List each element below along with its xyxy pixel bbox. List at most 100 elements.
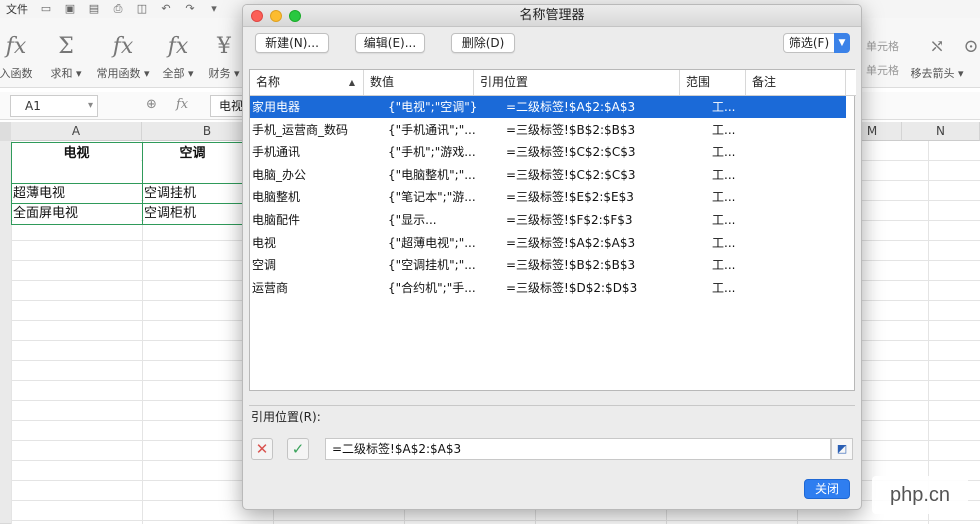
preview-icon[interactable]: ◫	[135, 3, 149, 15]
cell-value: {"合约机";"手...	[388, 280, 476, 295]
cell-scope: 工...	[712, 167, 736, 182]
column-ref[interactable]: 引用位置	[474, 70, 680, 95]
table-row[interactable]: 手机通讯 {"手机";"游戏... =三级标签!$C$2:$C$3 工...	[250, 141, 846, 163]
cell-scope: 工...	[712, 235, 736, 250]
range-divider	[11, 183, 243, 184]
autosum-button[interactable]: Σ 求和 ▾	[38, 32, 94, 81]
cell-ref: =三级标签!$D$2:$D$3	[506, 280, 638, 295]
column-header-a[interactable]: A	[11, 122, 142, 141]
reference-label: 引用位置(R):	[251, 410, 321, 424]
delete-button[interactable]: 删除(D)	[451, 33, 515, 53]
cell-value: {"电脑整机";"...	[388, 167, 476, 182]
table-row[interactable]: 空调 {"空调挂机";"... =三级标签!$B$2:$B$3 工...	[250, 254, 846, 276]
table-row[interactable]: 家用电器 {"电视";"空调"} =二级标签!$A$2:$A$3 工...	[250, 96, 846, 118]
cell-name: 电视	[252, 235, 277, 250]
cell-scope: 工...	[712, 258, 736, 273]
folder-icon[interactable]: ▭	[39, 3, 53, 15]
menu-file[interactable]: 文件	[0, 1, 34, 17]
more-icon[interactable]: ▾	[207, 3, 221, 15]
edit-button[interactable]: 编辑(E)...	[355, 33, 425, 53]
close-window-icon[interactable]	[251, 10, 263, 22]
more-ribbon-icon[interactable]: ⊙	[956, 32, 980, 62]
name-box[interactable]: A1 ▾	[10, 95, 98, 117]
sigma-icon: Σ	[58, 34, 74, 59]
close-button[interactable]: 关闭	[804, 479, 850, 499]
cell-value: {"显示...	[388, 213, 437, 227]
cell-name: 电脑配件	[252, 213, 301, 227]
table-row[interactable]: 电脑_办公 {"电脑整机";"... =三级标签!$C$2:$C$3 工...	[250, 164, 846, 186]
filter-control[interactable]: 筛选(F) ▼	[783, 33, 850, 53]
cell-name: 电脑整机	[252, 190, 301, 205]
cell-name: 运营商	[252, 280, 289, 295]
maximize-window-icon[interactable]	[289, 10, 301, 22]
pdf-icon[interactable]: ▤	[87, 3, 101, 15]
cell-scope: 工...	[712, 280, 736, 295]
table-row[interactable]: 手机_运营商_数码 {"手机通讯";"... =三级标签!$B$2:$B$3 工...	[250, 119, 846, 141]
trace-cell-button-bottom[interactable]: 单元格	[866, 62, 899, 78]
print-icon[interactable]: ⎙	[111, 3, 125, 15]
remove-arrows-label: 移去箭头 ▾	[910, 67, 964, 80]
row-headers[interactable]	[0, 141, 11, 524]
redo-icon[interactable]: ↷	[183, 3, 197, 15]
column-scope[interactable]: 范围	[680, 70, 746, 95]
new-button[interactable]: 新建(N)...	[255, 33, 329, 53]
column-note[interactable]: 备注	[746, 70, 846, 95]
table-row[interactable]: 运营商 {"合约机";"手... =三级标签!$D$2:$D$3 工...	[250, 277, 846, 299]
cell-ref: =三级标签!$C$2:$C$3	[506, 167, 636, 182]
cell-value: {"空调挂机";"...	[388, 258, 476, 273]
trace-cell-button-top[interactable]: 单元格	[866, 38, 899, 54]
cell-name: 手机_运营商_数码	[252, 122, 349, 137]
column-header-n[interactable]: N	[902, 122, 980, 141]
cell-name: 电脑_办公	[252, 167, 307, 182]
spreadsheet-app: 文件 ▭ ▣ ▤ ⎙ ◫ ↶ ↷ ▾ fx 入函数 Σ 求和 ▾ fx 常用函数…	[0, 0, 980, 524]
cell-value: {"手机";"游戏...	[388, 145, 476, 160]
cell-ref: =三级标签!$B$2:$B$3	[506, 258, 636, 273]
save-icon[interactable]: ▣	[63, 3, 77, 15]
cell-scope: 工...	[712, 145, 736, 160]
table-row[interactable]: 电视 {"超薄电视";"... =三级标签!$A$2:$A$3 工...	[250, 232, 846, 254]
name-box-value: A1	[25, 99, 41, 113]
zoom-icon[interactable]: ⊕	[146, 97, 157, 112]
column-value[interactable]: 数值	[364, 70, 474, 95]
column-name[interactable]: 名称 ▲	[250, 70, 364, 95]
chevron-down-icon[interactable]: ▾	[88, 96, 93, 116]
sort-ascending-icon[interactable]: ▲	[349, 70, 355, 95]
dialog-titlebar[interactable]: 名称管理器	[243, 5, 861, 27]
chevron-down-icon[interactable]: ▼	[834, 33, 850, 53]
cell-scope: 工...	[712, 190, 736, 205]
reference-panel: 引用位置(R): ✕ ✓ =二级标签!$A$2:$A$3 ◩	[249, 405, 855, 465]
reference-input[interactable]: =二级标签!$A$2:$A$3	[325, 438, 831, 460]
cell-ref: =三级标签!$E$2:$E$3	[506, 190, 634, 205]
minimize-window-icon[interactable]	[270, 10, 282, 22]
common-functions-button[interactable]: fx 常用函数 ▾	[92, 32, 154, 81]
undo-icon[interactable]: ↶	[159, 3, 173, 15]
cell-ref: =二级标签!$A$2:$A$3	[506, 100, 636, 114]
cancel-icon[interactable]: ✕	[251, 438, 273, 460]
cell-scope: 工...	[712, 100, 736, 114]
collapse-dialog-icon[interactable]: ◩	[831, 438, 853, 460]
brand-watermark: php.cn	[872, 476, 968, 514]
cell-ref: =三级标签!$C$2:$C$3	[506, 145, 636, 160]
cell-value: {"电视";"空调"}	[388, 100, 478, 114]
fx-star-icon: fx	[112, 34, 134, 59]
scrollbar[interactable]	[845, 96, 852, 388]
table-header: 名称 ▲ 数值 引用位置 范围 备注	[250, 70, 856, 96]
cell-value: {"笔记本";"游...	[388, 190, 476, 205]
names-table: 名称 ▲ 数值 引用位置 范围 备注 家用电器 {"电视";"空调"} =二级标签!…	[249, 69, 856, 391]
table-row[interactable]: 电脑配件 {"显示... =三级标签!$F$2:$F$3 工...	[250, 209, 846, 231]
cell-name: 空调	[252, 258, 277, 273]
range-divider	[11, 203, 243, 204]
cell-scope: 工...	[712, 122, 736, 137]
filter-button[interactable]: 筛选(F)	[783, 33, 835, 53]
select-all-corner[interactable]	[0, 122, 11, 141]
fx-icon[interactable]: fx	[176, 97, 188, 112]
cell-value: {"超薄电视";"...	[388, 235, 476, 250]
dialog-title: 名称管理器	[519, 8, 585, 23]
column-name-label: 名称	[256, 75, 281, 89]
cell-name: 家用电器	[252, 100, 301, 114]
name-manager-dialog: 名称管理器 新建(N)... 编辑(E)... 删除(D) 筛选(F) ▼ 名称…	[242, 4, 862, 510]
cell-ref: =三级标签!$A$2:$A$3	[506, 235, 636, 250]
confirm-icon[interactable]: ✓	[287, 438, 309, 460]
table-row[interactable]: 电脑整机 {"笔记本";"游... =三级标签!$E$2:$E$3 工...	[250, 186, 846, 208]
cell-value: {"手机通讯";"...	[388, 122, 476, 137]
